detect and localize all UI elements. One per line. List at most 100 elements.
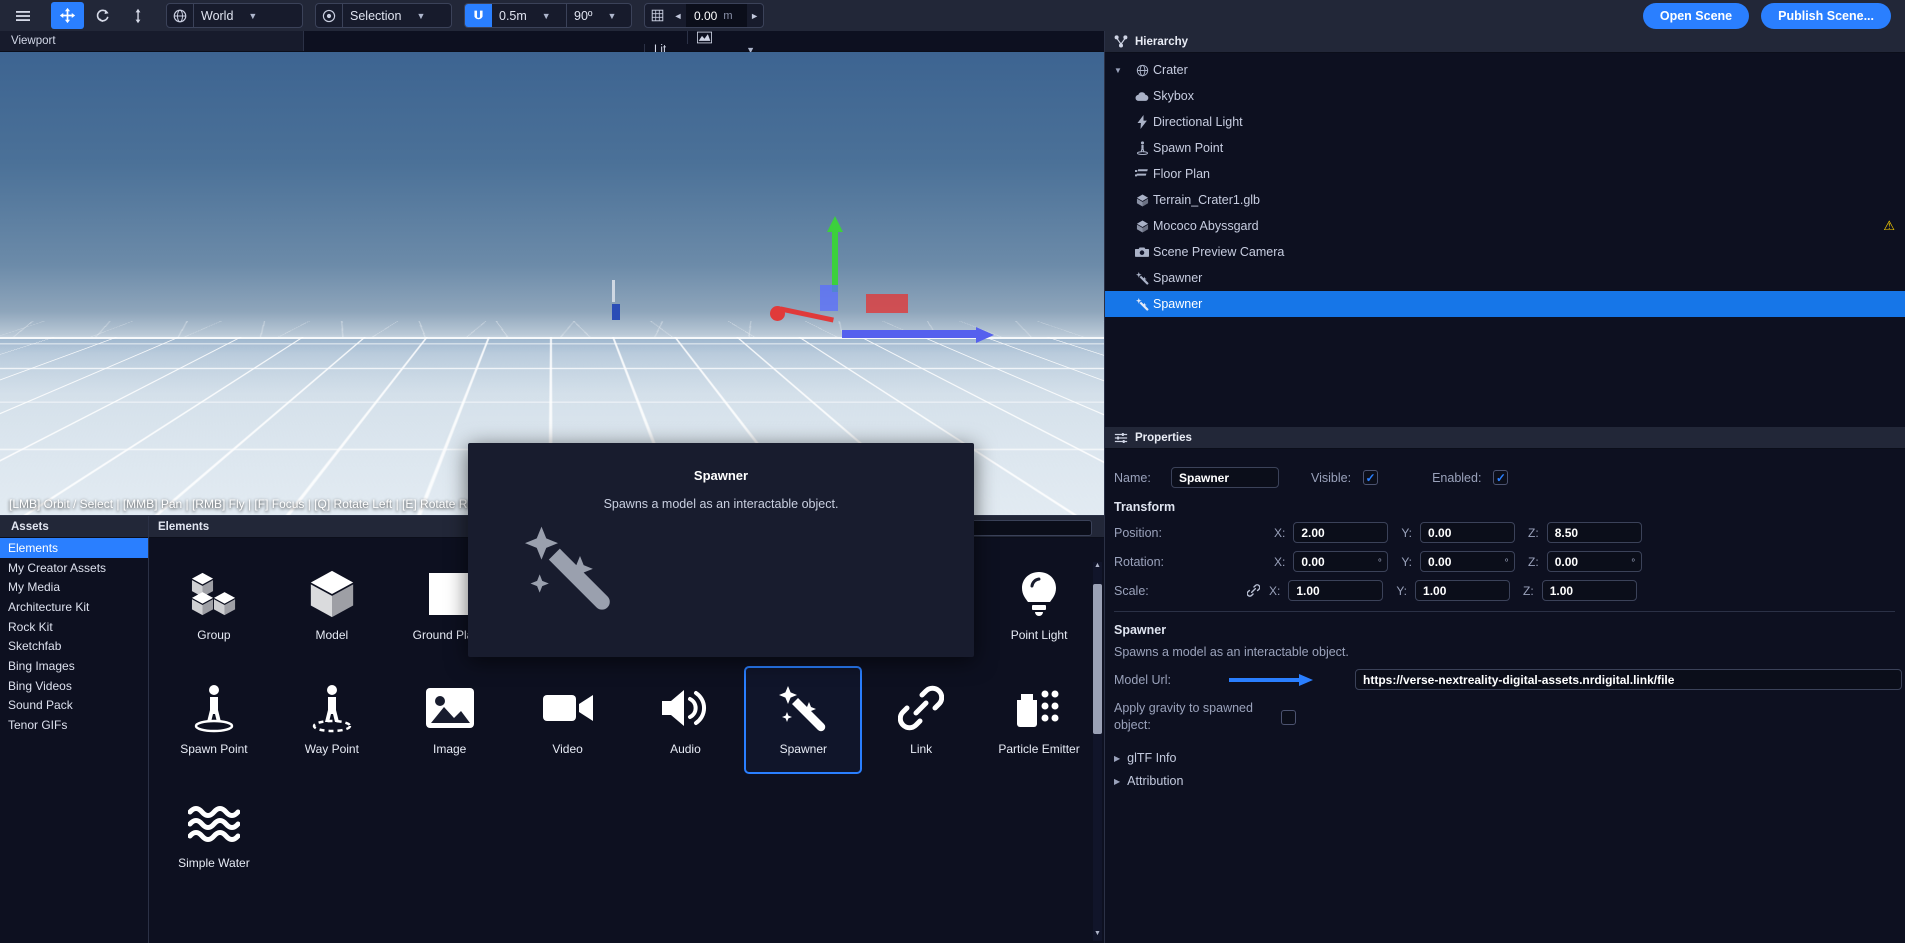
asset-tile-group[interactable]: Group [155,552,273,660]
enabled-label: Enabled: [1432,470,1482,485]
assets-category-bing-videos[interactable]: Bing Videos [0,676,148,696]
scale-x-input[interactable]: 1.00 [1288,580,1384,601]
assets-category-sound-pack[interactable]: Sound Pack [0,696,148,716]
snap-rotate-select[interactable]: 90º ▼ [567,4,631,27]
position-z-input[interactable]: 8.50 [1546,522,1642,543]
assets-category-my-creator-assets[interactable]: My Creator Assets [0,558,148,578]
asset-tile-particle-emitter[interactable]: Particle Emitter [980,666,1098,774]
hierarchy-item-terrain-crater1[interactable]: Terrain_Crater1.glb [1105,187,1905,213]
asset-tile-simple-water[interactable]: Simple Water [155,780,273,888]
grid-decrement-button[interactable]: ◄ [670,4,686,27]
degree-unit: º [1505,557,1509,566]
snap-group[interactable]: 0.5m ▼ 90º ▼ [464,3,632,28]
grid-value-box[interactable]: 0.00 m [686,4,747,27]
assets-category-architecture-kit[interactable]: Architecture Kit [0,597,148,617]
rotation-z-input[interactable]: 0.00 º [1546,551,1642,572]
rotation-label: Rotation: [1114,554,1165,569]
asset-tile-spawn-point[interactable]: Spawn Point [155,666,273,774]
assets-category-tenor-gifs[interactable]: Tenor GIFs [0,715,148,735]
assets-category-rock-kit[interactable]: Rock Kit [0,617,148,637]
warning-icon[interactable]: ⚠ [1883,218,1895,234]
open-scene-button[interactable]: Open Scene [1642,2,1750,29]
hierarchy-item-directional-light[interactable]: Directional Light [1105,109,1905,135]
asset-tile-model[interactable]: Model [273,552,391,660]
grid-icon[interactable] [645,4,670,27]
grid-snap-group[interactable]: ◄ 0.00 m ► [644,3,764,28]
assets-sidebar: Assets Elements My Creator Assets My Med… [0,516,149,943]
sliders-icon [1114,432,1128,444]
hierarchy-item-skybox[interactable]: Skybox [1105,83,1905,109]
hierarchy-item-crater[interactable]: ▼ Crater [1105,57,1905,83]
move-tool-button[interactable] [51,2,84,29]
gizmo-x-handle[interactable] [770,306,785,321]
hierarchy-item-label: Spawner [1153,297,1203,311]
gravity-checkbox[interactable] [1281,710,1296,725]
degree-unit: º [1378,557,1382,566]
asset-tile-image[interactable]: Image [391,666,509,774]
assets-category-elements[interactable]: Elements [0,538,148,558]
chart-icon[interactable] [687,31,721,44]
gizmo-y-axis[interactable] [832,230,838,292]
pivot-select[interactable]: Selection ▼ [343,4,451,27]
rotation-x-input[interactable]: 0.00 º [1293,551,1389,572]
hierarchy-item-spawner-2[interactable]: Spawner [1105,291,1905,317]
gltf-info-collapsible[interactable]: ▶ glTF Info [1105,734,1905,765]
target-icon [316,4,342,27]
visible-checkbox[interactable]: ✓ [1363,470,1379,485]
hierarchy-item-mococo-abyssgard[interactable]: Mococo Abyssgard ⚠ [1105,213,1905,239]
asset-tile-link[interactable]: Link [862,666,980,774]
scroll-down-icon[interactable]: ▼ [1093,930,1102,941]
hierarchy-item-floor-plan[interactable]: Floor Plan [1105,161,1905,187]
hamburger-menu-icon[interactable] [6,2,39,29]
position-x-input[interactable]: 2.00 [1293,522,1389,543]
snap-translate-select[interactable]: 0.5m ▼ [492,4,566,27]
attribution-collapsible[interactable]: ▶ Attribution [1105,765,1905,788]
position-y-input[interactable]: 0.00 [1420,522,1516,543]
hierarchy-item-scene-preview-camera[interactable]: Scene Preview Camera [1105,239,1905,265]
asset-tile-audio[interactable]: Audio [627,666,745,774]
hierarchy-item-spawn-point[interactable]: Spawn Point [1105,135,1905,161]
coord-space-select[interactable]: World ▼ [194,4,302,27]
grid-value-stepper[interactable]: ◄ 0.00 m ► [670,4,763,27]
asset-tile-video[interactable]: Video [509,666,627,774]
assets-scrollbar-thumb[interactable] [1093,584,1102,734]
floor-plan-icon [1131,168,1153,180]
assets-scrollbar[interactable]: ▲ ▼ [1093,562,1102,941]
pointer-arrow-annotation [1229,673,1315,686]
cloud-icon [1131,91,1153,102]
transform-gizmo[interactable] [770,216,1020,360]
name-input[interactable]: Spawner [1171,467,1279,488]
model-url-label: Model Url: [1114,672,1171,687]
chevron-down-icon[interactable]: ▼ [1105,66,1131,75]
assets-category-sketchfab[interactable]: Sketchfab [0,636,148,656]
grid-increment-button[interactable]: ► [747,4,763,27]
enabled-checkbox[interactable]: ✓ [1493,470,1509,485]
scale-tool-button[interactable] [121,2,154,29]
axis-z-label: Z: [1528,525,1539,540]
gizmo-xz-plane[interactable] [866,294,908,313]
asset-tile-spawner[interactable]: Spawner [744,666,863,774]
magnet-icon[interactable] [465,4,492,27]
assets-category-bing-images[interactable]: Bing Images [0,656,148,676]
assets-category-my-media[interactable]: My Media [0,577,148,597]
gizmo-yz-plane[interactable] [820,285,838,311]
gizmo-z-axis[interactable] [842,330,982,338]
coord-space-group[interactable]: World ▼ [166,3,303,28]
rotation-y-input[interactable]: 0.00 º [1420,551,1516,572]
assets-panel-title: Assets [0,516,148,538]
pivot-group[interactable]: Selection ▼ [315,3,452,28]
asset-tile-point-light[interactable]: Point Light [980,552,1098,660]
scale-z-input[interactable]: 1.00 [1541,580,1637,601]
publish-scene-button[interactable]: Publish Scene... [1761,2,1891,29]
model-url-input[interactable]: https://verse-nextreality-digital-assets… [1355,669,1902,690]
viewport-header: Viewport Lit ▼ [0,31,1104,56]
scroll-up-icon[interactable]: ▲ [1093,562,1102,573]
gizmo-z-arrow[interactable] [976,327,994,343]
link-chain-icon[interactable] [1247,584,1260,597]
viewport-title: Viewport [11,35,56,47]
scale-y-input[interactable]: 1.00 [1415,580,1511,601]
model-url-row: Model Url: https://verse-nextreality-dig… [1105,669,1905,690]
hierarchy-item-spawner-1[interactable]: Spawner [1105,265,1905,291]
rotate-tool-button[interactable] [86,2,119,29]
asset-tile-way-point[interactable]: Way Point [273,666,391,774]
